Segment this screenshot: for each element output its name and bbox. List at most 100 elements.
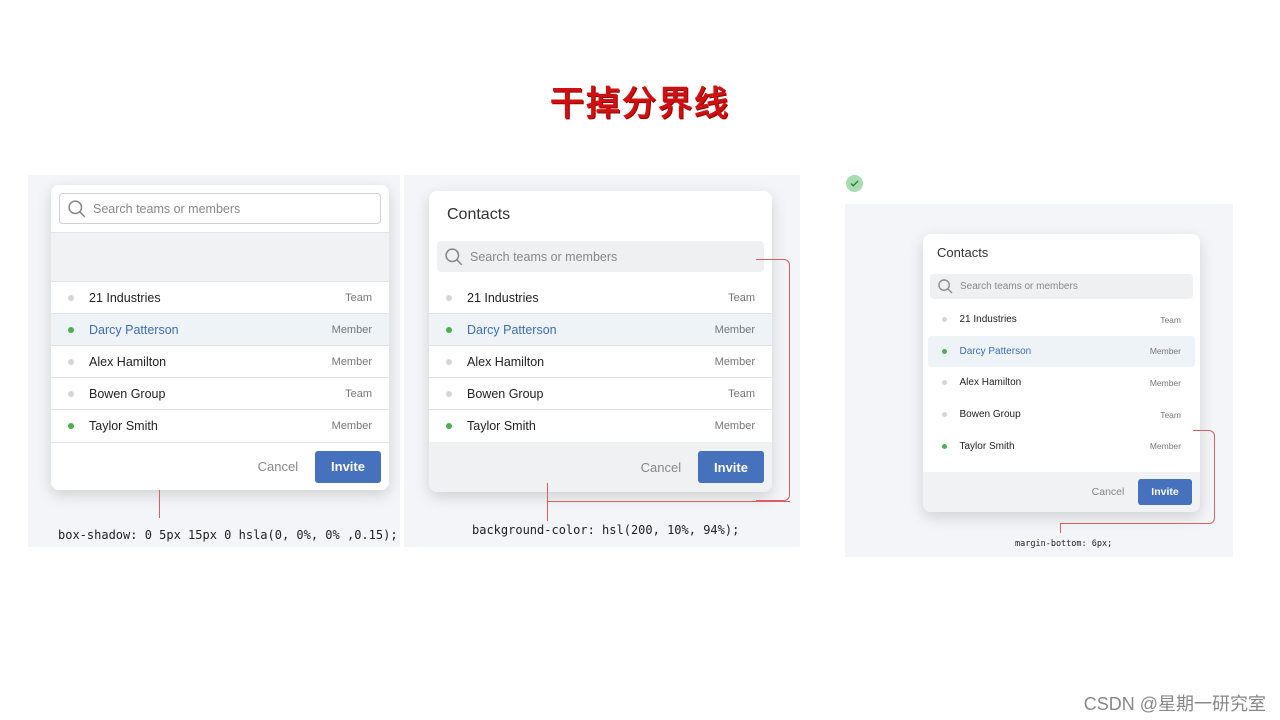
contact-name: Taylor Smith — [89, 419, 158, 433]
contact-row[interactable]: Bowen Group Team — [928, 399, 1195, 431]
contact-type: Member — [331, 323, 372, 336]
search-input[interactable]: Search teams or members — [437, 241, 764, 272]
contact-row[interactable]: Taylor Smith Member — [928, 430, 1195, 462]
status-dot-icon — [68, 358, 74, 365]
cancel-button[interactable]: Cancel — [258, 459, 298, 474]
contact-row[interactable]: Darcy Patterson Member — [429, 314, 772, 346]
contact-list: 21 Industries Team Darcy Patterson Membe… — [429, 282, 772, 442]
contact-name: Alex Hamilton — [89, 354, 167, 369]
invite-button[interactable]: Invite — [1138, 479, 1192, 505]
contact-row[interactable]: Taylor Smith Member — [51, 410, 389, 442]
search-icon — [938, 279, 953, 294]
contacts-dialog: Contacts Search teams or members 21 Indu… — [923, 234, 1200, 512]
annotation-pointer-line — [1060, 523, 1210, 524]
status-dot-icon — [68, 390, 74, 397]
contact-name: 21 Industries — [467, 290, 539, 305]
contact-row[interactable]: Bowen Group Team — [51, 378, 389, 410]
contacts-dialog: Contacts Search teams or members 21 Indu… — [429, 191, 772, 492]
contact-row[interactable]: Alex Hamilton Member — [429, 346, 772, 378]
contact-name: Darcy Patterson — [467, 322, 557, 337]
contact-type: Member — [1149, 441, 1181, 452]
status-dot-icon — [446, 358, 452, 365]
dialog-footer: Cancel Invite — [429, 442, 772, 492]
contact-row[interactable]: 21 Industries Team — [928, 304, 1195, 336]
contact-row[interactable]: Darcy Patterson Member — [51, 314, 389, 346]
contact-name: Alex Hamilton — [467, 354, 545, 369]
contact-row[interactable]: 21 Industries Team — [51, 282, 389, 314]
contact-row[interactable]: Darcy Patterson Member — [928, 335, 1195, 368]
footer-credit: CSDN @星期一研究室 — [1083, 694, 1266, 714]
contact-name: Darcy Patterson — [959, 345, 1032, 357]
status-dot-icon — [446, 326, 452, 333]
cancel-button[interactable]: Cancel — [1092, 486, 1125, 498]
cancel-button[interactable]: Cancel — [641, 460, 681, 475]
contact-type: Member — [331, 420, 372, 432]
contact-name: 21 Industries — [959, 314, 1017, 326]
status-dot-icon — [942, 443, 947, 449]
contact-list: 21 Industries Team Darcy Patterson Membe… — [923, 304, 1200, 462]
contact-type: Team — [345, 291, 372, 304]
contact-type: Member — [714, 420, 755, 432]
contact-name: Bowen Group — [89, 386, 166, 401]
dialog-footer: Cancel Invite — [923, 472, 1200, 512]
contacts-dialog: Contacts Search teams or members 21 Indu… — [51, 185, 389, 490]
search-input[interactable]: Search teams or members — [930, 274, 1193, 299]
contact-list: 21 Industries Team Darcy Patterson Membe… — [51, 282, 389, 442]
contact-name: Taylor Smith — [467, 419, 536, 433]
css-annotation: background-color: hsl(200, 10%, 94%); — [472, 523, 740, 537]
status-dot-icon — [68, 326, 74, 333]
search-icon — [68, 199, 86, 217]
contact-type: Member — [1149, 377, 1181, 388]
contact-type: Member — [714, 323, 755, 336]
status-dot-icon — [942, 412, 947, 418]
status-dot-icon — [446, 294, 452, 301]
contact-type: Team — [1160, 314, 1181, 325]
status-dot-icon — [446, 423, 452, 429]
annotation-pointer-line — [756, 259, 790, 501]
search-placeholder: Search teams or members — [470, 249, 618, 264]
check-circle-icon — [846, 175, 863, 192]
invite-button[interactable]: Invite — [698, 451, 764, 483]
annotation-pointer-line — [159, 490, 160, 518]
contact-name: Bowen Group — [959, 409, 1021, 421]
contact-name: Darcy Patterson — [89, 322, 179, 337]
annotation-pointer-line — [1193, 430, 1215, 524]
dialog-title: Contacts — [937, 245, 989, 260]
contact-type: Member — [714, 355, 755, 368]
contact-name: Taylor Smith — [959, 440, 1015, 452]
contact-row[interactable]: 21 Industries Team — [429, 282, 772, 314]
status-dot-icon — [446, 390, 452, 397]
dialog-footer: Cancel Invite — [51, 442, 389, 490]
dialog-title: Contacts — [447, 206, 511, 223]
contact-name: Bowen Group — [467, 386, 544, 401]
contact-type: Team — [728, 291, 755, 304]
search-icon — [445, 247, 463, 265]
search-input[interactable]: Search teams or members — [59, 193, 381, 224]
search-placeholder: Search teams or members — [93, 201, 241, 216]
css-annotation: box-shadow: 0 5px 15px 0 hsla(0, 0%, 0% … — [58, 528, 398, 542]
contact-type: Team — [345, 387, 372, 400]
status-dot-icon — [942, 348, 947, 354]
contact-type: Team — [1160, 409, 1181, 420]
contact-row[interactable]: Alex Hamilton Member — [51, 346, 389, 378]
status-dot-icon — [942, 380, 947, 386]
contact-type: Team — [728, 387, 755, 400]
page-title: 干掉分界线 — [550, 84, 730, 124]
status-dot-icon — [942, 317, 947, 323]
contact-row[interactable]: Alex Hamilton Member — [928, 367, 1195, 399]
contact-type: Member — [331, 355, 372, 368]
annotation-pointer-line — [548, 501, 790, 502]
search-placeholder: Search teams or members — [960, 281, 1078, 292]
contact-row[interactable]: Bowen Group Team — [429, 378, 772, 410]
contact-name: Alex Hamilton — [959, 377, 1022, 389]
css-annotation: margin-bottom: 6px; — [1015, 539, 1113, 549]
contact-type: Member — [1149, 346, 1181, 357]
contact-name: 21 Industries — [89, 290, 161, 305]
annotation-pointer-line — [1060, 523, 1061, 533]
contact-row[interactable]: Taylor Smith Member — [429, 410, 772, 442]
invite-button[interactable]: Invite — [315, 450, 381, 483]
search-section — [51, 233, 389, 282]
status-dot-icon — [68, 294, 74, 301]
status-dot-icon — [68, 423, 74, 429]
annotation-pointer-line — [547, 483, 548, 521]
